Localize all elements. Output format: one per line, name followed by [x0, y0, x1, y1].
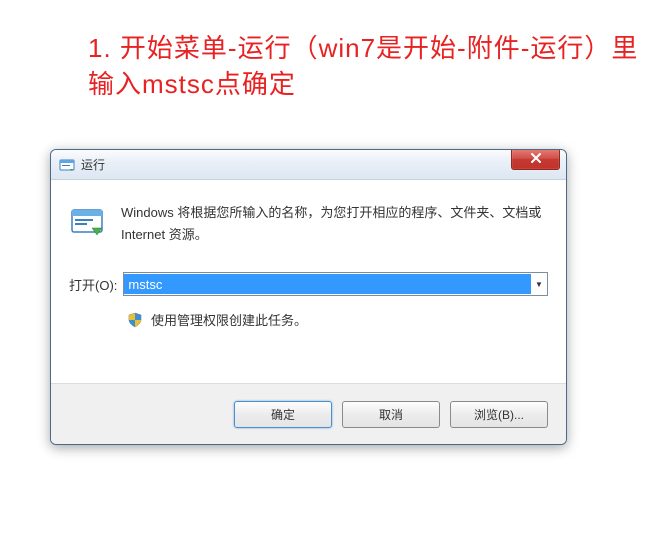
- close-button[interactable]: [511, 149, 560, 170]
- close-icon: [530, 152, 542, 166]
- run-dialog: 运行 Windows 将根据您所输入的名称，为您打开相应的程序、文件夹、文档或 …: [50, 149, 567, 445]
- dialog-title: 运行: [81, 156, 105, 173]
- dialog-description: Windows 将根据您所输入的名称，为您打开相应的程序、文件夹、文档或 Int…: [121, 202, 548, 246]
- chevron-down-icon[interactable]: ▼: [531, 273, 547, 295]
- admin-rights-text: 使用管理权限创建此任务。: [151, 310, 307, 329]
- button-bar: 确定 取消 浏览(B)...: [51, 383, 566, 445]
- open-input[interactable]: [124, 274, 531, 294]
- open-label: 打开(O):: [69, 275, 117, 294]
- instruction-text: 1. 开始菜单-运行（win7是开始-附件-运行）里输入mstsc点确定: [88, 30, 643, 103]
- browse-button[interactable]: 浏览(B)...: [450, 401, 548, 428]
- cancel-button[interactable]: 取消: [342, 401, 440, 428]
- run-titlebar-icon: [59, 157, 75, 173]
- shield-icon: [127, 312, 143, 328]
- ok-button[interactable]: 确定: [234, 401, 332, 428]
- open-combobox[interactable]: ▼: [123, 272, 548, 296]
- run-program-icon: [69, 204, 105, 240]
- dialog-body: Windows 将根据您所输入的名称，为您打开相应的程序、文件夹、文档或 Int…: [51, 180, 566, 383]
- titlebar[interactable]: 运行: [51, 150, 566, 180]
